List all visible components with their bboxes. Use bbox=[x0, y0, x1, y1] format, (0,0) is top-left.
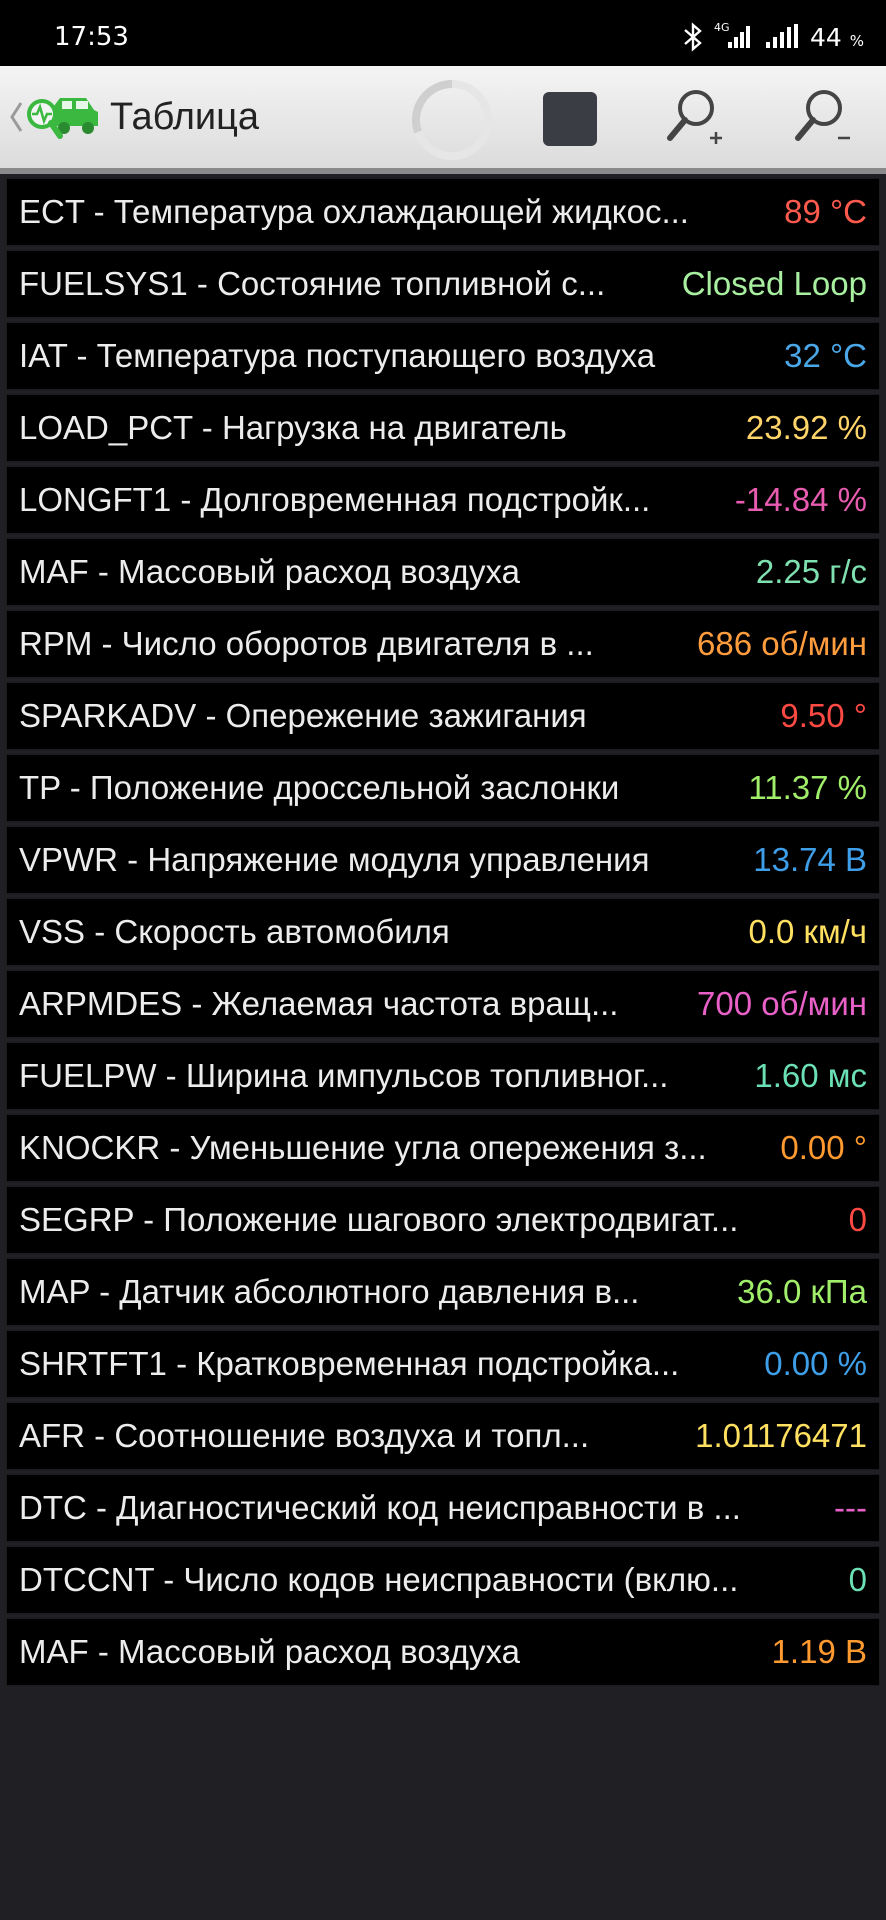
sensor-label: SEGRP - Положение шагового электродвигат… bbox=[19, 1201, 739, 1238]
signal-strength-icon-1 bbox=[727, 26, 750, 48]
table-row[interactable]: FUELPW - Ширина импульсов топливног... 1.… bbox=[6, 1042, 880, 1110]
sensor-value: 9.50 ° bbox=[780, 697, 867, 734]
sensor-value: 32 °C bbox=[784, 337, 867, 374]
sensor-value: 2.25 г/с bbox=[755, 553, 867, 590]
zoom-out-icon[interactable] bbox=[790, 86, 854, 150]
table-row[interactable]: SPARKADV - Опережение зажигания 9.50 ° bbox=[6, 682, 880, 750]
sensor-value: Closed Loop bbox=[681, 265, 867, 302]
sensor-label: FUELPW - Ширина импульсов топливног... bbox=[19, 1057, 669, 1094]
sensor-value: 1.19 В bbox=[771, 1633, 867, 1670]
loading-spinner-icon bbox=[412, 79, 492, 160]
signal-strength-icon-2 bbox=[765, 24, 798, 48]
stop-button[interactable] bbox=[543, 92, 597, 146]
table-row[interactable]: SHRTFT1 - Кратковременная подстройка... 0… bbox=[6, 1330, 880, 1398]
battery-value: 44 bbox=[809, 22, 842, 52]
sensor-label: KNOCKR - Уменьшение угла опережения з... bbox=[19, 1129, 707, 1166]
sensor-label: DTCCNT - Число кодов неисправности (вклю… bbox=[19, 1561, 739, 1598]
sensor-label: ARPMDES - Желаемая частота вращ... bbox=[19, 985, 619, 1022]
status-icons: 4G 44 % bbox=[682, 22, 864, 52]
table-row[interactable]: AFR - Соотношение воздуха и топл... 1.011… bbox=[6, 1402, 880, 1470]
table-row[interactable]: VPWR - Напряжение модуля управления 13.74… bbox=[6, 826, 880, 894]
table-row[interactable]: VSS - Скорость автомобиля 0.0 км/ч bbox=[6, 898, 880, 966]
bluetooth-icon bbox=[684, 22, 702, 52]
sensor-label: VSS - Скорость автомобиля bbox=[19, 913, 450, 950]
page-title: Таблица bbox=[110, 96, 259, 138]
car-diagnostics-logo[interactable] bbox=[24, 92, 102, 144]
sensor-label: MAF - Массовый расход воздуха bbox=[19, 553, 520, 590]
sensor-value: 0 bbox=[848, 1201, 867, 1238]
table-row[interactable]: LONGFT1 - Долговременная подстройк... -14… bbox=[6, 466, 880, 534]
status-bar: 17:53 4G 44 % bbox=[0, 0, 886, 66]
back-chevron-icon[interactable] bbox=[8, 100, 24, 134]
sensor-value: 0.00 % bbox=[764, 1345, 867, 1382]
table-row[interactable]: MAP - Датчик абсолютного давления в... 36… bbox=[6, 1258, 880, 1326]
table-row[interactable]: FUELSYS1 - Состояние топливной с... Close… bbox=[6, 250, 880, 318]
sensor-value: 0 bbox=[848, 1561, 867, 1598]
sensor-label: MAF - Массовый расход воздуха bbox=[19, 1633, 520, 1670]
sensor-label: MAP - Датчик абсолютного давления в... bbox=[19, 1273, 640, 1310]
sensor-value: 1.60 мс bbox=[754, 1057, 867, 1094]
sensor-value: 1.01176471 bbox=[695, 1417, 867, 1454]
sensor-label: VPWR - Напряжение модуля управления bbox=[19, 841, 650, 878]
sensor-value: 0.00 ° bbox=[780, 1129, 867, 1166]
sensor-value: 13.74 В bbox=[753, 841, 867, 878]
sensor-label: FUELSYS1 - Состояние топливной с... bbox=[19, 265, 606, 302]
sensor-label: RPM - Число оборотов двигателя в ... bbox=[19, 625, 594, 662]
status-time: 17:53 bbox=[54, 22, 129, 52]
table-row[interactable]: MAF - Массовый расход воздуха 2.25 г/с bbox=[6, 538, 880, 606]
sensor-value: 23.92 % bbox=[745, 409, 867, 446]
table-row[interactable]: ARPMDES - Желаемая частота вращ... 700 об… bbox=[6, 970, 880, 1038]
table-row[interactable]: RPM - Число оборотов двигателя в ... 686 … bbox=[6, 610, 880, 678]
sensor-label: SHRTFT1 - Кратковременная подстройка... bbox=[19, 1345, 680, 1382]
table-row[interactable]: MAF - Массовый расход воздуха 1.19 В bbox=[6, 1618, 880, 1686]
zoom-in-icon[interactable] bbox=[662, 86, 726, 150]
sensor-value: --- bbox=[834, 1489, 867, 1526]
sensor-label: DTC - Диагностический код неисправности … bbox=[19, 1489, 741, 1526]
battery-unit: % bbox=[849, 31, 864, 50]
sensor-value: 36.0 кПа bbox=[737, 1273, 867, 1310]
sensor-value: 89 °C bbox=[784, 193, 867, 230]
sensor-label: IAT - Температура поступающего воздуха bbox=[19, 337, 656, 374]
table-row[interactable]: LOAD_PCT - Нагрузка на двигатель 23.92 % bbox=[6, 394, 880, 462]
sensor-value: 0.0 км/ч bbox=[748, 913, 867, 950]
table-row[interactable]: KNOCKR - Уменьшение угла опережения з...… bbox=[6, 1114, 880, 1182]
network-indicator: 4G bbox=[714, 22, 754, 52]
table-row[interactable]: TP - Положение дроссельной заслонки 11.37… bbox=[6, 754, 880, 822]
sensor-value: -14.84 % bbox=[734, 481, 867, 518]
sensor-table: ECT - Температура охлаждающей жидкос... 8… bbox=[6, 178, 880, 1690]
sensor-value: 700 об/мин bbox=[697, 985, 867, 1022]
sensor-label: AFR - Соотношение воздуха и топл... bbox=[19, 1417, 590, 1454]
app-bar: Таблица bbox=[0, 66, 886, 174]
battery-percentage: 44 % bbox=[810, 23, 864, 52]
table-row[interactable]: ECT - Температура охлаждающей жидкос... 8… bbox=[6, 178, 880, 246]
table-row[interactable]: DTC - Диагностический код неисправности … bbox=[6, 1474, 880, 1542]
sensor-label: ECT - Температура охлаждающей жидкос... bbox=[19, 193, 689, 230]
table-row[interactable]: SEGRP - Положение шагового электродвигат… bbox=[6, 1186, 880, 1254]
table-row[interactable]: IAT - Температура поступающего воздуха 32… bbox=[6, 322, 880, 390]
sensor-value: 11.37 % bbox=[748, 769, 867, 806]
sensor-label: SPARKADV - Опережение зажигания bbox=[19, 697, 587, 734]
table-row[interactable]: DTCCNT - Число кодов неисправности (вклю… bbox=[6, 1546, 880, 1614]
sensor-label: LONGFT1 - Долговременная подстройк... bbox=[19, 481, 651, 518]
sensor-label: TP - Положение дроссельной заслонки bbox=[19, 769, 620, 806]
sensor-value: 686 об/мин bbox=[697, 625, 867, 662]
sensor-label: LOAD_PCT - Нагрузка на двигатель bbox=[19, 409, 567, 446]
